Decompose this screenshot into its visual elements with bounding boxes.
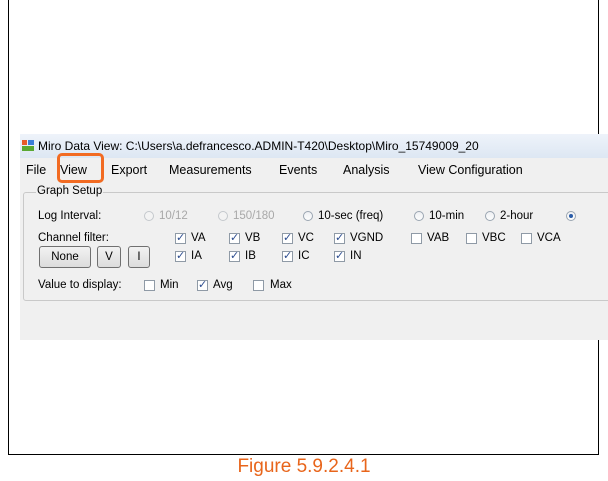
checkbox-vb[interactable] (229, 231, 240, 244)
radio-10-min[interactable] (414, 211, 424, 221)
checkbox-avg[interactable] (197, 278, 208, 291)
radio-10-min-label: 10-min (429, 210, 465, 222)
radio-10-12[interactable] (144, 211, 154, 221)
menu-file[interactable]: File (26, 163, 46, 177)
radio-150-180[interactable] (218, 211, 228, 221)
checkbox-max[interactable] (253, 280, 264, 291)
menu-analysis[interactable]: Analysis (343, 163, 390, 177)
log-interval-label: Log Interval: (38, 210, 102, 222)
title-bar: Miro Data View: C:\Users\a.defrancesco.A… (20, 134, 608, 158)
checkbox-vc[interactable] (282, 231, 293, 244)
checkbox-in-label: IN (350, 250, 362, 262)
menu-export[interactable]: Export (111, 163, 147, 177)
graph-setup-panel: Log Interval: 10/12 150/180 10-sec (freq… (20, 184, 608, 340)
checkbox-max-label: Max (270, 279, 292, 291)
miro-data-view-window: Miro Data View: C:\Users\a.defrancesco.A… (20, 134, 608, 340)
checkbox-ic-label: IC (298, 250, 310, 262)
figure-caption: Figure 5.9.2.4.1 (237, 456, 371, 477)
checkbox-vab-label: VAB (427, 232, 450, 244)
view-menu-highlight (57, 153, 104, 183)
checkbox-ib[interactable] (229, 249, 240, 262)
radio-150-180-label: 150/180 (233, 210, 275, 222)
checkbox-avg-label: Avg (213, 279, 233, 291)
checkbox-vca-label: VCA (537, 232, 561, 244)
checkbox-ia-label: IA (191, 250, 202, 262)
i-button[interactable]: I (128, 246, 150, 268)
checkbox-in[interactable] (334, 249, 345, 262)
channel-filter-label: Channel filter: (38, 232, 109, 244)
checkbox-vab[interactable] (411, 233, 422, 244)
checkbox-vbc-label: VBC (482, 232, 506, 244)
menu-events[interactable]: Events (279, 163, 317, 177)
checkbox-ib-label: IB (245, 250, 256, 262)
radio-10-sec-label: 10-sec (freq) (318, 210, 384, 222)
window-title: Miro Data View: C:\Users\a.defrancesco.A… (38, 139, 479, 153)
value-to-display-label: Value to display: (38, 279, 122, 291)
checkbox-vb-label: VB (245, 232, 261, 244)
menu-measurements[interactable]: Measurements (169, 163, 252, 177)
checkbox-vbc[interactable] (466, 233, 477, 244)
checkbox-ic[interactable] (282, 249, 293, 262)
checkbox-va-label: VA (191, 232, 206, 244)
v-button[interactable]: V (97, 246, 121, 268)
radio-10-sec[interactable] (303, 211, 313, 221)
radio-selected[interactable] (566, 211, 576, 221)
checkbox-ia[interactable] (175, 249, 186, 262)
checkbox-vc-label: VC (298, 232, 314, 244)
none-button[interactable]: None (39, 246, 91, 268)
checkbox-vgnd-label: VGND (350, 232, 384, 244)
checkbox-vgnd[interactable] (334, 231, 345, 244)
app-window-icon (22, 140, 34, 151)
radio-10-12-label: 10/12 (159, 210, 188, 222)
menu-bar: File View Export Measurements Events Ana… (20, 158, 608, 184)
checkbox-min[interactable] (144, 280, 155, 291)
radio-2-hour[interactable] (485, 211, 495, 221)
radio-2-hour-label: 2-hour (500, 210, 534, 222)
checkbox-vca[interactable] (521, 233, 532, 244)
checkbox-min-label: Min (160, 279, 179, 291)
checkbox-va[interactable] (175, 231, 186, 244)
menu-view-configuration[interactable]: View Configuration (418, 163, 523, 177)
graph-setup-title: Graph Setup (36, 184, 104, 198)
